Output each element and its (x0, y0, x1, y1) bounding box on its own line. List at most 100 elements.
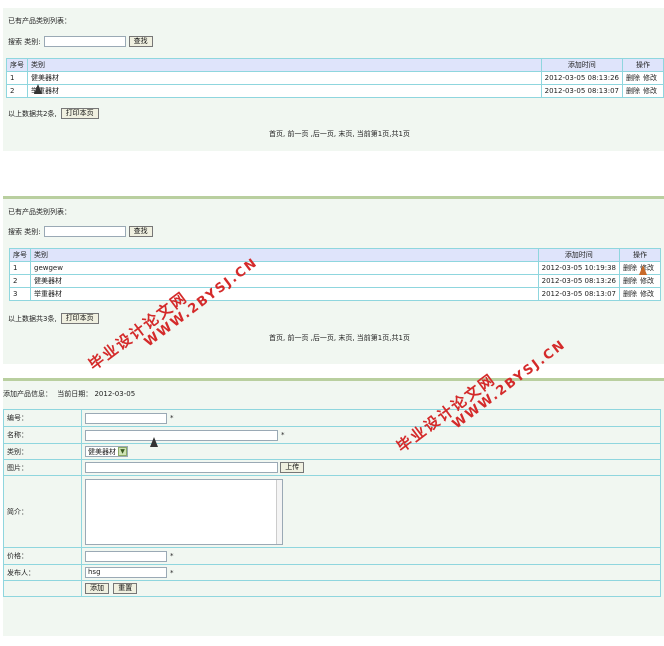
search-bar: 搜索 类别: 查找 (8, 226, 153, 237)
panel-heading: 已有产品类别列表： (8, 208, 71, 216)
row-time: 2012-03-05 08:13:26 (537, 274, 621, 288)
col-header-ops: 操作 (622, 58, 664, 72)
category-selected-value: 健美器材 (88, 447, 116, 456)
form-row-code: 编号： * (3, 409, 661, 427)
row-category: 健美器材 (27, 71, 542, 85)
row-no: 3 (9, 287, 31, 301)
search-label: 搜索 类别: (8, 227, 41, 236)
edit-link[interactable]: 修改 (643, 87, 657, 95)
row-no: 1 (9, 261, 31, 275)
publisher-cell: hsg * (81, 564, 661, 581)
row-category: 举重器材 (27, 84, 542, 98)
search-bar: 搜索 类别: 查找 (8, 36, 153, 47)
col-header-time: 添加时间 (540, 58, 624, 72)
upload-button[interactable]: 上传 (280, 462, 305, 473)
required-mark: * (281, 431, 285, 439)
total-count-text: 以上数据共3条, (8, 314, 57, 323)
form-row-intro: 简介： (3, 475, 661, 548)
pagination[interactable]: 首页, 前一页 ,后一页, 末页, 当前第1页,共1页 (269, 333, 410, 343)
code-label: 编号： (3, 409, 82, 427)
name-input[interactable] (85, 429, 278, 441)
total-footnote: 以上数据共2条, 打印本页 (8, 108, 99, 119)
intro-label: 简介： (3, 475, 82, 548)
search-input[interactable] (43, 36, 126, 47)
price-input[interactable] (85, 550, 167, 562)
actions-label-cell (3, 580, 82, 597)
price-label: 价格： (3, 547, 82, 565)
table-header-row: 序号 类别 添加时间 操作 (6, 58, 664, 72)
delete-link[interactable]: 删除 (626, 87, 640, 95)
form-heading: 添加产品信息： 当前日期： 2012-03-05 (3, 389, 135, 399)
pagination[interactable]: 首页, 前一页 ,后一页, 末页, 当前第1页,共1页 (269, 129, 410, 139)
row-ops: 删除 修改 (622, 71, 664, 85)
category-select[interactable]: 健美器材 ▼ (85, 446, 128, 457)
print-page-button[interactable]: 打印本页 (60, 313, 99, 324)
edit-link[interactable]: 修改 (640, 290, 654, 298)
row-category: 健美器材 (30, 274, 539, 288)
delete-link[interactable]: 删除 (626, 74, 640, 82)
print-page-button[interactable]: 打印本页 (60, 108, 99, 119)
col-header-time: 添加时间 (537, 248, 621, 262)
col-header-ops: 操作 (619, 248, 661, 262)
table-row: 3 举重器材 2012-03-05 08:13:07 删除 修改 (9, 287, 661, 301)
row-time: 2012-03-05 08:13:26 (540, 71, 624, 85)
row-no: 2 (6, 84, 28, 98)
search-input[interactable] (43, 226, 126, 237)
row-category: gewgew (30, 261, 539, 275)
code-input[interactable] (85, 412, 167, 424)
search-button[interactable]: 查找 (128, 36, 153, 47)
category-list-panel-2: 已有产品类别列表： 搜索 类别: 查找 序号 类别 添加时间 操作 1 gewg… (3, 196, 664, 364)
required-mark: * (170, 568, 174, 577)
row-category: 举重器材 (30, 287, 539, 301)
textarea-scrollbar[interactable] (276, 479, 282, 544)
reset-button[interactable]: 重置 (113, 583, 138, 594)
row-time: 2012-03-05 08:13:07 (537, 287, 621, 301)
form-row-publisher: 发布人： hsg * (3, 564, 661, 581)
form-row-actions: 添加 重置 (3, 580, 661, 597)
delete-link[interactable]: 删除 (623, 277, 637, 285)
image-label: 图片： (3, 459, 82, 476)
col-header-no: 序号 (6, 58, 28, 72)
category-table: 序号 类别 添加时间 操作 1 gewgew 2012-03-05 10:19:… (9, 248, 661, 301)
publisher-input[interactable]: hsg (85, 567, 167, 578)
date-label: 当前日期： (57, 390, 93, 398)
category-label: 类别： (3, 443, 82, 460)
hand-cursor-icon (639, 265, 647, 275)
panel-heading: 已有产品类别列表： (8, 17, 71, 25)
form-row-category: 类别： 健美器材 ▼ (3, 443, 661, 460)
category-table: 序号 类别 添加时间 操作 1 健美器材 2012-03-05 08:13:26… (6, 58, 664, 98)
add-button[interactable]: 添加 (85, 583, 109, 594)
delete-link[interactable]: 删除 (623, 264, 637, 272)
mouse-cursor-icon (150, 437, 158, 447)
total-footnote: 以上数据共3条, 打印本页 (8, 313, 99, 324)
mouse-cursor-icon (34, 84, 42, 94)
table-row: 1 健美器材 2012-03-05 08:13:26 删除 修改 (6, 71, 664, 85)
required-mark: * (170, 414, 174, 422)
table-row: 2 健美器材 2012-03-05 08:13:26 删除 修改 (9, 274, 661, 288)
name-label: 名称： (3, 426, 82, 444)
row-time: 2012-03-05 08:13:07 (540, 84, 624, 98)
code-cell: * (81, 409, 661, 427)
row-no: 1 (6, 71, 28, 85)
chevron-down-icon[interactable]: ▼ (118, 447, 127, 456)
image-path-input[interactable] (85, 462, 278, 473)
category-cell: 健美器材 ▼ (81, 443, 661, 460)
form-row-price: 价格： * (3, 547, 661, 565)
edit-link[interactable]: 修改 (643, 74, 657, 82)
add-product-panel: 添加产品信息： 当前日期： 2012-03-05 编号： * 名称： * 类别：… (3, 378, 664, 636)
name-cell: * (81, 426, 661, 444)
category-list-panel-1: 已有产品类别列表： 搜索 类别: 查找 序号 类别 添加时间 操作 1 健美器材… (3, 8, 664, 151)
total-count-text: 以上数据共2条, (8, 109, 57, 118)
row-time: 2012-03-05 10:19:38 (537, 261, 621, 275)
date-value: 2012-03-05 (94, 390, 136, 398)
required-mark: * (170, 552, 174, 560)
intro-cell (81, 475, 661, 548)
col-header-no: 序号 (9, 248, 31, 262)
search-button[interactable]: 查找 (128, 226, 153, 237)
actions-cell: 添加 重置 (81, 580, 661, 597)
intro-textarea[interactable] (85, 478, 283, 545)
table-row: 1 gewgew 2012-03-05 10:19:38 删除 修改 (9, 261, 661, 275)
add-product-form: 编号： * 名称： * 类别： 健美器材 ▼ 图片： 上传 简介： 价格： * … (3, 409, 661, 597)
delete-link[interactable]: 删除 (623, 290, 637, 298)
edit-link[interactable]: 修改 (640, 277, 654, 285)
